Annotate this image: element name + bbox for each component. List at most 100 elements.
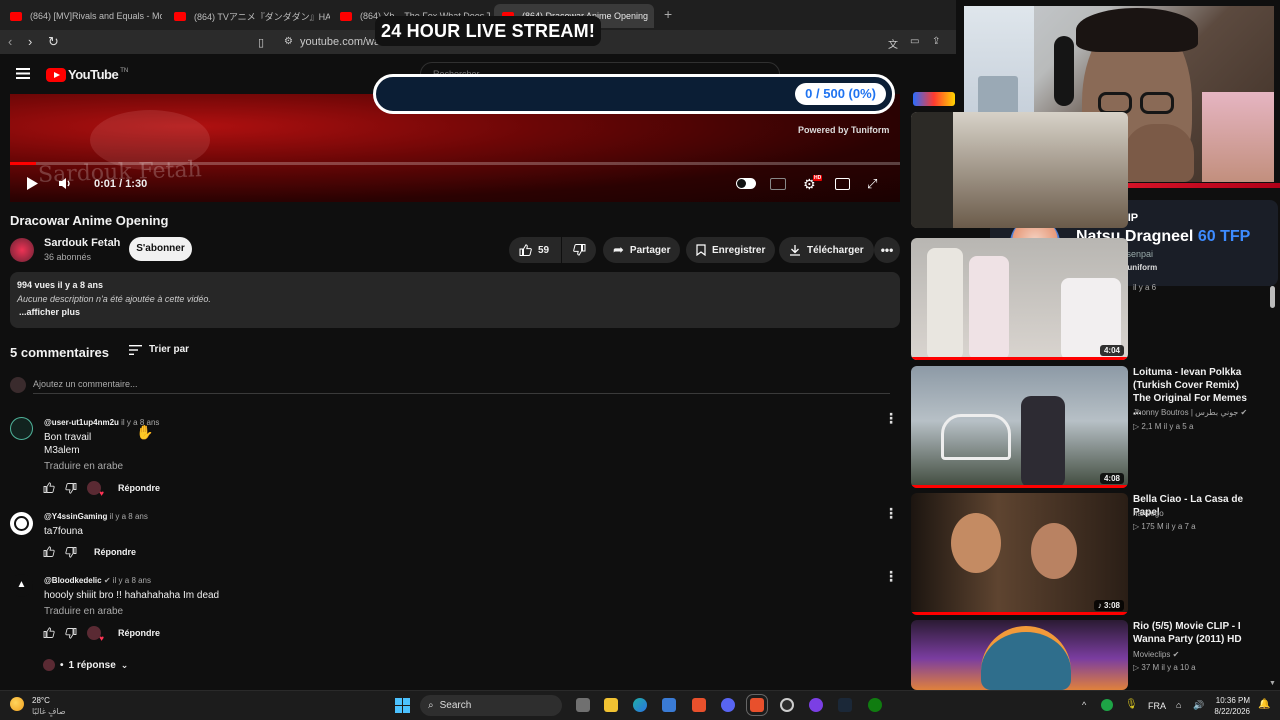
url-field[interactable]: youtube.com/wat [300, 36, 383, 48]
close-tab-icon[interactable]: ✕ [648, 10, 654, 23]
obs-icon[interactable] [780, 698, 794, 712]
more-actions-button[interactable]: ••• [874, 237, 900, 263]
like-button[interactable]: 59 [509, 237, 561, 263]
add-comment-input[interactable]: Ajoutez un commentaire... [33, 379, 138, 389]
browser-tab[interactable]: (864) TVアニメ『ダンダダン』HAYASii「Hun [166, 4, 330, 28]
windows-start-icon[interactable] [395, 698, 410, 713]
scrollbar-thumb[interactable] [1270, 286, 1275, 308]
brave-active-icon[interactable] [746, 694, 768, 716]
comment-menu-icon[interactable]: ⋮ [884, 569, 898, 583]
subtitles-icon[interactable] [770, 178, 786, 190]
sidebar-video-title[interactable]: Rio (5/5) Movie CLIP - I Wanna Party (20… [1133, 620, 1253, 646]
dislike-button[interactable] [562, 237, 596, 263]
share-page-icon[interactable]: ⇪ [932, 36, 940, 47]
recommended-thumbnail[interactable]: 4:04 [911, 238, 1128, 360]
bookmark-save-icon [696, 244, 706, 256]
recommended-thumbnail[interactable] [911, 112, 1128, 228]
sidebar-channel[interactable]: Movieclips ✔ [1133, 648, 1179, 661]
forward-icon[interactable]: › [28, 34, 32, 49]
autoplay-toggle[interactable] [736, 178, 756, 189]
comment-dislike-icon[interactable] [65, 628, 77, 639]
comment-menu-icon[interactable]: ⋮ [884, 506, 898, 520]
translate-icon[interactable]: 文 [888, 36, 898, 51]
add-comment-underline [33, 393, 890, 394]
edge-icon[interactable] [633, 698, 647, 712]
channel-avatar[interactable] [10, 238, 34, 262]
steam-icon[interactable] [838, 698, 852, 712]
subscribe-button[interactable]: S'abonner [129, 237, 192, 261]
save-button[interactable]: Enregistrer [686, 237, 776, 263]
comment-dislike-icon[interactable] [65, 483, 77, 494]
comment-text-line: hoooly shiiit bro !! hahahahaha Im dead [44, 590, 220, 601]
taskbar-search[interactable]: ⌕ Search [420, 695, 562, 716]
translate-link[interactable]: Traduire en arabe [44, 461, 123, 472]
file-explorer-icon[interactable] [604, 698, 618, 712]
new-tab-icon[interactable]: + [664, 6, 672, 22]
store-icon[interactable] [662, 698, 676, 712]
theater-mode-icon[interactable] [835, 178, 850, 190]
reply-button[interactable]: Répondre [118, 628, 160, 638]
commenter-avatar[interactable]: ▲ [10, 574, 33, 597]
reply-button[interactable]: Répondre [118, 483, 160, 493]
comment-like-icon[interactable] [43, 482, 55, 493]
logo-text: YouTube [68, 67, 119, 82]
comment-dislike-icon[interactable] [65, 547, 77, 558]
translate-link[interactable]: Traduire en arabe [44, 606, 123, 617]
task-view-icon[interactable] [576, 698, 590, 712]
sidebar-channel[interactable]: harisego [1133, 507, 1164, 520]
comment-like-icon[interactable] [43, 627, 55, 638]
language-indicator[interactable]: FRA [1148, 701, 1166, 711]
volume-tray-icon[interactable]: 🔊 [1193, 700, 1204, 711]
tray-app-icon[interactable] [1101, 699, 1113, 711]
comment-like-icon[interactable] [43, 546, 55, 557]
download-button[interactable]: Télécharger [779, 237, 874, 263]
share-arrow-icon: ➦ [613, 242, 624, 257]
network-icon[interactable]: ⌂ [1176, 700, 1181, 710]
recommended-thumbnail[interactable] [911, 620, 1128, 690]
search-icon: ⌕ [428, 700, 434, 711]
comment-menu-icon[interactable]: ⋮ [884, 411, 898, 425]
recommended-thumbnail[interactable]: ♪ 3:08 [911, 493, 1128, 615]
reply-button[interactable]: Répondre [94, 547, 136, 557]
brave-icon[interactable] [692, 698, 706, 712]
weather-temp: 28°C [32, 696, 50, 705]
back-icon[interactable]: ‹ [8, 34, 12, 49]
comments-count: 5 commentaires [10, 345, 109, 360]
description-box[interactable]: 994 vues il y a 8 ans Aucune description… [10, 272, 900, 328]
sort-button[interactable]: Trier par [129, 344, 189, 355]
youtube-play-logo-icon [46, 67, 66, 82]
cast-icon[interactable]: ▭ [910, 36, 919, 47]
play-icon[interactable] [26, 177, 38, 190]
scroll-down-icon[interactable]: ▼ [1269, 680, 1276, 687]
site-info-icon[interactable]: ⚙ [284, 36, 293, 47]
clock-date[interactable]: 8/22/2026 [1210, 707, 1250, 716]
reload-icon[interactable]: ↻ [48, 34, 59, 50]
tray-chevron-up-icon[interactable]: ^ [1082, 700, 1086, 710]
show-more-link[interactable]: ...afficher plus [19, 307, 80, 317]
volume-icon[interactable] [58, 177, 72, 190]
sidebar-channel[interactable]: Jhonny Boutros | جوني بطرس ✔ [1133, 406, 1247, 419]
youtube-logo[interactable]: YouTube TN [46, 67, 128, 82]
clock-time[interactable]: 10:36 PM [1210, 696, 1250, 705]
fullscreen-icon[interactable]: ⤢ [867, 176, 877, 192]
recommended-thumbnail[interactable]: 4:08 [911, 366, 1128, 488]
notifications-icon[interactable]: 🔔 [1258, 699, 1270, 710]
comment-author[interactable]: @Y4ssinGaming il y a 8 ans [44, 512, 148, 521]
replies-toggle[interactable]: • 1 réponse ⌄ [43, 659, 128, 671]
discord-icon[interactable] [721, 698, 735, 712]
share-button[interactable]: ➦ Partager [603, 237, 681, 263]
thumbnail-artwork [941, 414, 1011, 460]
progress-bar[interactable] [10, 162, 900, 165]
bookmark-icon[interactable]: ▯ [258, 36, 264, 49]
weather-icon[interactable] [10, 697, 24, 711]
microphone-icon[interactable]: 🎙 [1125, 699, 1138, 710]
commenter-avatar[interactable] [10, 512, 33, 535]
channel-name[interactable]: Sardouk Fetah [44, 237, 120, 249]
channel-label: Movieclips [1133, 650, 1171, 659]
browser-tab[interactable]: (864) [MV]Rivals and Equals - Mori C [2, 4, 162, 28]
comment-author[interactable]: @Bloodkedelic ✔ il y a 8 ans [44, 576, 151, 585]
app-icon[interactable] [809, 698, 823, 712]
commenter-avatar[interactable] [10, 417, 33, 440]
menu-icon[interactable] [16, 68, 30, 79]
xbox-icon[interactable] [868, 698, 882, 712]
